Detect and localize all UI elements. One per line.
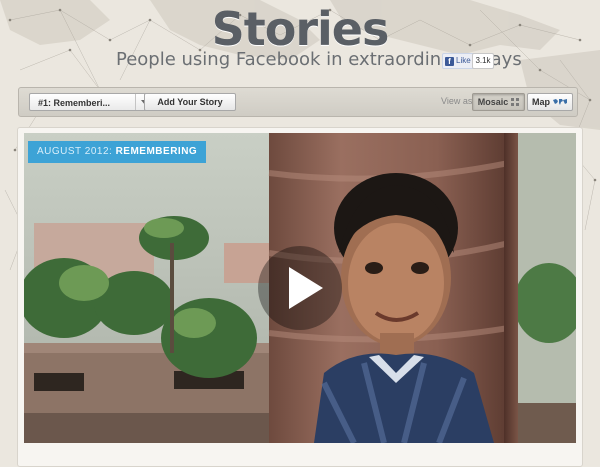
add-your-story-button[interactable]: Add Your Story bbox=[144, 93, 236, 111]
like-count: 3.1k bbox=[472, 53, 494, 69]
story-select-value: #1: Rememberi... bbox=[38, 98, 111, 108]
play-button[interactable] bbox=[258, 246, 342, 330]
world-map-icon bbox=[553, 99, 567, 105]
mosaic-view-button[interactable]: Mosaic bbox=[472, 93, 525, 111]
badge-date: AUGUST 2012: bbox=[37, 146, 113, 157]
toolbar: #1: Rememberi... Add Your Story View as … bbox=[18, 87, 578, 117]
play-icon bbox=[289, 267, 323, 309]
facebook-like-button[interactable]: f Like bbox=[442, 53, 475, 69]
badge-title: REMEMBERING bbox=[115, 146, 198, 157]
map-view-button[interactable]: Map bbox=[527, 93, 573, 111]
facebook-icon: f bbox=[445, 56, 454, 66]
story-select[interactable]: #1: Rememberi... bbox=[29, 93, 155, 111]
map-label: Map bbox=[532, 97, 550, 107]
view-as-label: View as bbox=[441, 96, 473, 106]
page-title: Stories bbox=[211, 2, 390, 56]
story-badge[interactable]: AUGUST 2012: REMEMBERING bbox=[28, 141, 207, 163]
mosaic-label: Mosaic bbox=[477, 97, 509, 107]
like-label: Like bbox=[456, 56, 471, 65]
grid-icon bbox=[511, 98, 520, 106]
